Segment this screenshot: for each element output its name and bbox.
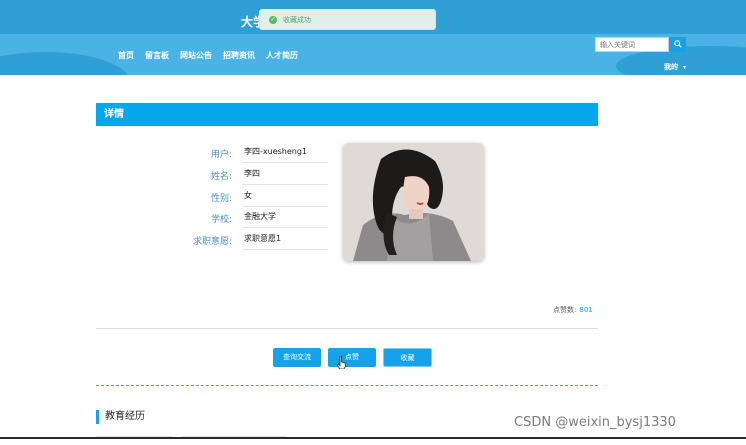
education-section-title: 教育经历 bbox=[96, 410, 145, 424]
profile-photo bbox=[343, 143, 484, 261]
main-nav: 首页 留言板 网站公告 招聘资讯 人才简历 bbox=[118, 50, 298, 61]
watermark: CSDN @weixin_bysj1330 bbox=[514, 415, 676, 430]
likes-value: 801 bbox=[579, 306, 593, 314]
nav-home[interactable]: 首页 bbox=[118, 50, 134, 61]
check-circle-icon: ✓ bbox=[269, 15, 277, 24]
nav-job-news[interactable]: 招聘资讯 bbox=[223, 50, 255, 61]
nav-message-board[interactable]: 留言板 bbox=[145, 50, 169, 61]
field-label: 用户: bbox=[210, 150, 232, 160]
hand-cursor-icon bbox=[337, 356, 346, 369]
field-school: 学校: 金融大学 bbox=[180, 210, 330, 228]
nav-announcements[interactable]: 网站公告 bbox=[180, 50, 212, 61]
field-label: 学校: bbox=[210, 215, 232, 225]
field-value: 女 bbox=[242, 190, 328, 207]
bottom-border bbox=[0, 437, 746, 439]
search-bar bbox=[595, 37, 686, 52]
toast-message: 收藏成功 bbox=[283, 15, 311, 24]
profile-photo-image bbox=[343, 143, 484, 261]
search-button[interactable] bbox=[669, 37, 686, 52]
detail-title: 详情 bbox=[96, 103, 598, 126]
like-button[interactable]: 点赞 bbox=[328, 348, 376, 367]
chat-button[interactable]: 查询交流 bbox=[273, 348, 321, 367]
user-menu-label: 我的 bbox=[664, 63, 678, 71]
field-label: 性别: bbox=[210, 194, 232, 204]
likes-label: 点赞数: bbox=[553, 306, 577, 314]
field-value: 金融大学 bbox=[242, 211, 328, 228]
field-name: 姓名: 李四 bbox=[180, 167, 330, 185]
field-gender: 性别: 女 bbox=[180, 189, 330, 207]
field-user: 用户: 李四-xuesheng1 bbox=[180, 145, 330, 163]
favorite-button[interactable]: 收藏 bbox=[383, 348, 432, 367]
dashed-divider bbox=[96, 385, 598, 386]
likes-count: 点赞数: 801 bbox=[553, 305, 593, 315]
divider bbox=[96, 328, 598, 329]
field-value: 李四-xuesheng1 bbox=[242, 146, 328, 163]
field-value: 李四 bbox=[242, 168, 328, 185]
success-toast: ✓ 收藏成功 bbox=[259, 9, 436, 30]
field-job-intention: 求职意愿: 求职意愿1 bbox=[180, 232, 330, 250]
search-input[interactable] bbox=[595, 37, 669, 52]
chevron-down-icon: ▾ bbox=[683, 64, 687, 71]
search-icon bbox=[673, 40, 682, 48]
user-menu[interactable]: 我的 ▾ bbox=[664, 62, 686, 72]
nav-resumes[interactable]: 人才简历 bbox=[266, 50, 298, 61]
field-label: 姓名: bbox=[210, 172, 232, 182]
field-label: 求职意愿: bbox=[192, 237, 232, 247]
field-value: 求职意愿1 bbox=[242, 233, 328, 250]
